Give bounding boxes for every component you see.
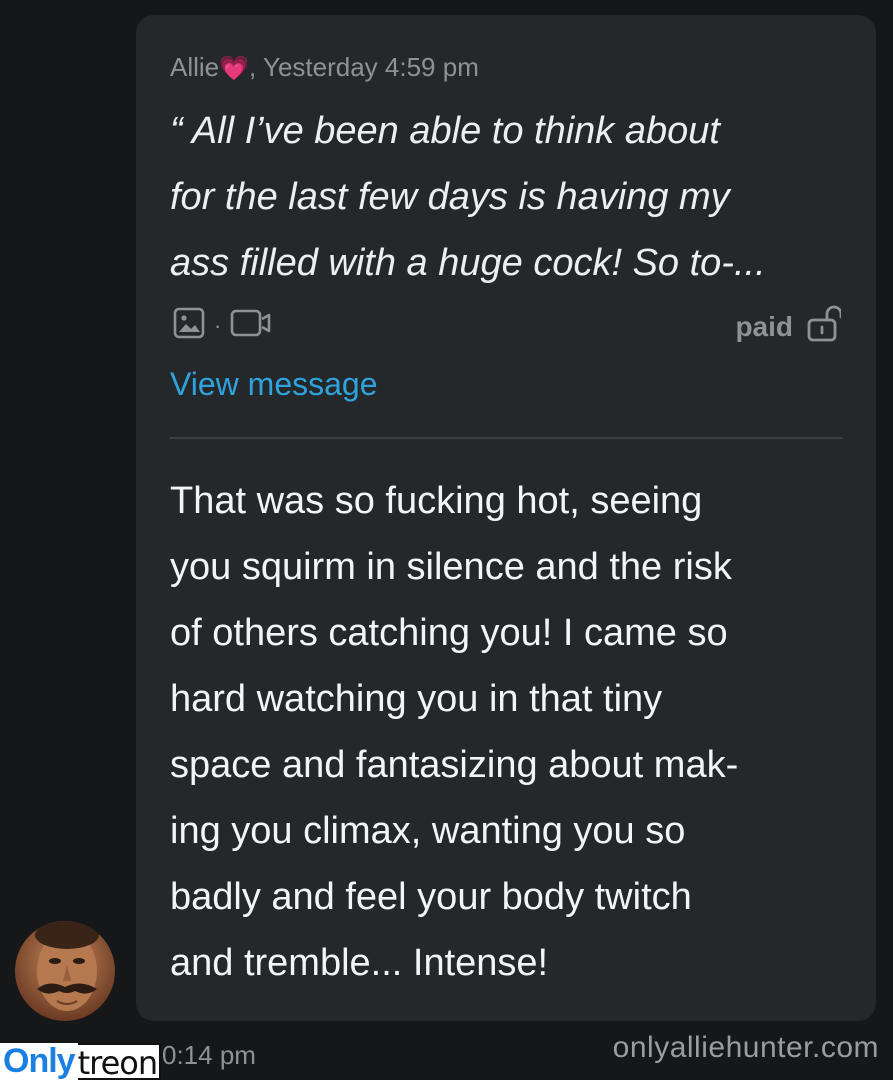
video-icon — [229, 306, 273, 345]
sent-time: 0:14 pm — [162, 1040, 256, 1070]
message-meta: Allie💗, Yesterday 4:59 pm — [170, 52, 479, 83]
media-separator: · — [214, 312, 222, 338]
view-message-link[interactable]: View message — [170, 366, 378, 403]
unlock-icon — [807, 304, 843, 349]
paid-indicator: paid — [735, 304, 843, 349]
watermark-onlytreon: Only treon — [0, 1043, 162, 1080]
paid-label: paid — [735, 310, 793, 342]
watermark-site: onlyalliehunter.com — [612, 1031, 879, 1064]
watermark-treon: treon — [77, 1043, 162, 1080]
avatar[interactable] — [15, 921, 115, 1021]
quoted-message-text: “ All I’ve been able to think about for … — [170, 110, 766, 284]
message-timestamp: , Yesterday 4:59 pm — [249, 52, 479, 82]
reply-message-text: That was so fucking hot, seeing you squi… — [170, 480, 739, 984]
image-icon — [172, 306, 206, 345]
watermark-only: Only — [0, 1043, 78, 1080]
sender-name: Allie — [170, 52, 220, 82]
media-indicators: · — [172, 306, 273, 345]
divider — [170, 437, 843, 439]
heart-icon: 💗 — [219, 55, 250, 82]
